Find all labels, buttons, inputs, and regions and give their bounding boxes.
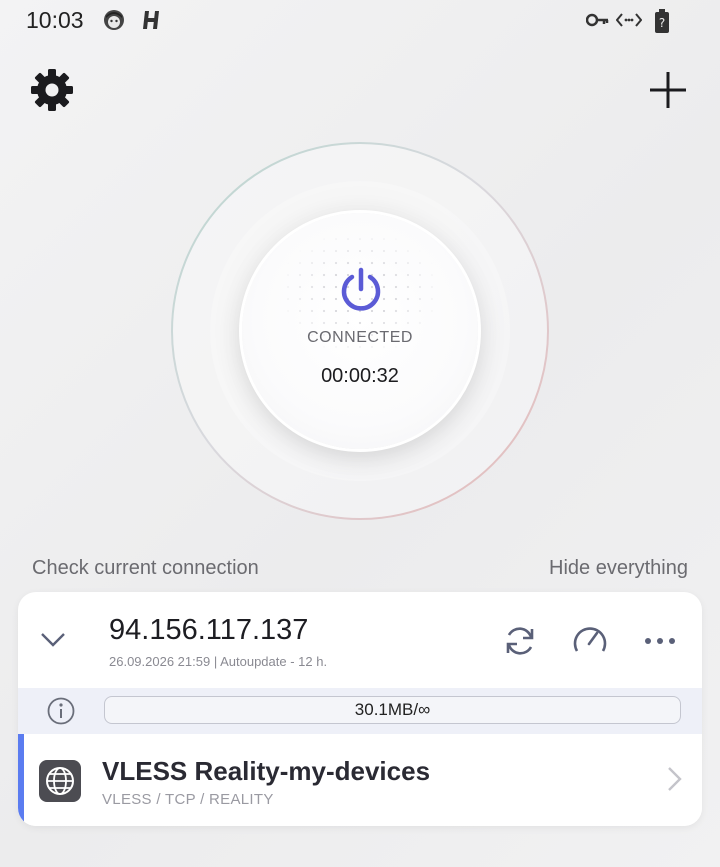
server-item[interactable]: VLESS Reality-my-devices VLESS / TCP / R… xyxy=(18,734,702,826)
plus-icon xyxy=(650,72,686,108)
power-icon xyxy=(341,267,381,311)
data-transfer-icon xyxy=(616,13,642,27)
chevron-down-icon[interactable] xyxy=(38,624,68,654)
status-bar: 10:03 ? xyxy=(0,0,720,42)
battery-unknown-icon: ? xyxy=(655,9,669,33)
traffic-row: 30.1MB/∞ xyxy=(18,688,702,734)
app-h-icon xyxy=(143,11,159,29)
check-connection-link[interactable]: Check current connection xyxy=(32,557,259,580)
server-selected-indicator xyxy=(18,734,24,826)
more-icon[interactable] xyxy=(641,622,679,660)
vpn-key-icon xyxy=(586,13,609,27)
traffic-usage-bar: 30.1MB/∞ xyxy=(104,696,681,724)
add-config-button[interactable] xyxy=(644,66,692,114)
connection-status: CONNECTED xyxy=(307,329,413,346)
subscription-ip: 94.156.117.137 xyxy=(109,614,309,646)
refresh-icon[interactable] xyxy=(501,622,539,660)
subscription-card: 94.156.117.137 26.09.2026 21:59 | Autoup… xyxy=(18,592,702,826)
svg-text:?: ? xyxy=(659,16,665,30)
globe-icon-box xyxy=(39,760,81,802)
server-name: VLESS Reality-my-devices xyxy=(102,756,431,786)
subscription-header: 94.156.117.137 26.09.2026 21:59 | Autoup… xyxy=(18,592,702,688)
server-protocol: VLESS / TCP / REALITY xyxy=(102,791,274,808)
hide-everything-link[interactable]: Hide everything xyxy=(549,557,688,580)
face-notification-icon xyxy=(104,10,124,30)
settings-button[interactable] xyxy=(28,66,76,114)
globe-icon xyxy=(46,767,74,795)
chevron-right-icon xyxy=(668,767,682,791)
gear-icon xyxy=(31,69,73,111)
status-time: 10:03 xyxy=(26,7,84,33)
connect-toggle-button[interactable]: CONNECTED 00:00:32 xyxy=(242,213,478,449)
connection-timer: 00:00:32 xyxy=(321,365,399,387)
subscription-meta: 26.09.2026 21:59 | Autoupdate - 12 h. xyxy=(109,654,328,669)
speed-test-icon[interactable] xyxy=(571,622,609,660)
info-icon[interactable] xyxy=(46,696,76,726)
